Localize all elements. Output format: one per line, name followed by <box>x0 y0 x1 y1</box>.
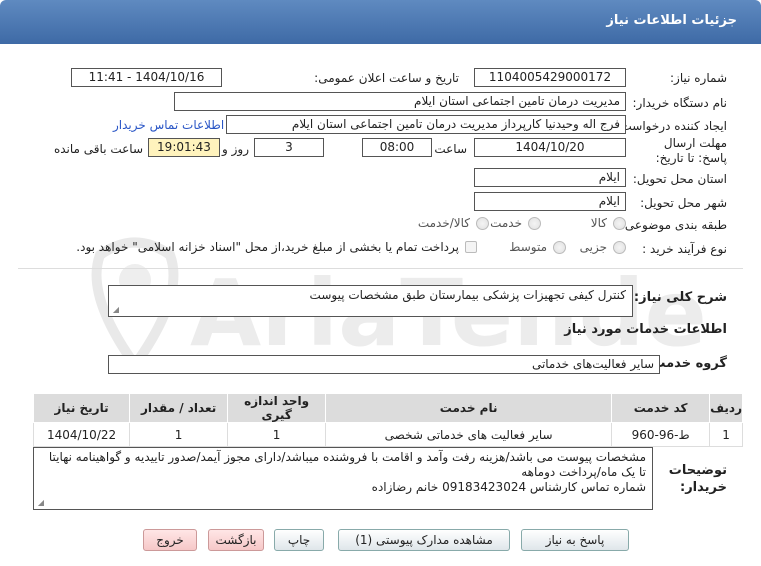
cell-row: 1 <box>709 422 743 447</box>
print-button[interactable]: چاپ <box>274 529 324 551</box>
summary-textarea: کنترل کیفی تجهیزات پزشکی بیمارستان طبق م… <box>108 285 633 317</box>
summary-label: شرح کلی نیاز: <box>633 290 727 305</box>
page-title: جزئیات اطلاعات نیاز <box>606 13 737 28</box>
need-number-field: 1104005429000172 <box>474 68 626 87</box>
remaining-label: ساعت باقی مانده <box>53 142 143 156</box>
cell-date: 1404/10/22 <box>32 422 131 447</box>
col-unit-header: واحد اندازه گیری <box>227 393 327 423</box>
days-field: 3 <box>254 138 324 157</box>
col-row-header: ردیف <box>709 393 743 423</box>
buyer-contact-link[interactable]: اطلاعات تماس خریدار <box>113 118 224 132</box>
buyer-notes-textarea: مشخصات پیوست می باشد/هزینه رفت وآمد و اق… <box>33 447 653 510</box>
service-group-field: سایر فعالیت‌های خدماتی <box>108 355 660 374</box>
services-table: ردیف کد خدمت نام خدمت واحد اندازه گیری ت… <box>32 393 743 447</box>
process-radio-medium[interactable]: متوسط <box>509 240 566 254</box>
city-field: ایلام <box>474 192 626 211</box>
col-code-header: کد خدمت <box>611 393 711 423</box>
cell-qty: 1 <box>129 422 229 447</box>
cell-unit: 1 <box>227 422 327 447</box>
col-name-header: نام خدمت <box>325 393 613 423</box>
buyer-notes-label: توضیحات خریدار: <box>668 463 727 495</box>
deadline-label: مهلت ارسال پاسخ: تا تاریخ: <box>655 136 727 165</box>
radio-icon[interactable] <box>528 216 541 230</box>
buyer-org-field: مدیریت درمان تامین اجتماعی استان ایلام <box>174 92 626 111</box>
requester-label: ایجاد کننده درخواست: <box>616 119 727 133</box>
radio-icon[interactable] <box>613 216 626 230</box>
cell-name: سایر فعالیت های خدماتی شخصی <box>325 422 613 447</box>
category-radio-goods-service[interactable]: کالا/خدمت <box>418 216 489 230</box>
back-button[interactable]: بازگشت <box>208 529 264 551</box>
days-label: روز و <box>222 142 249 156</box>
resize-handle-icon[interactable]: ◢ <box>111 306 119 314</box>
requester-field: فرج اله وحیدنیا کارپرداز مدیریت درمان تا… <box>226 115 626 134</box>
services-section-title: اطلاعات خدمات مورد نیاز <box>564 322 727 337</box>
treasury-payment-checkbox[interactable]: پرداخت تمام یا بخشی از مبلغ خرید،از محل … <box>76 240 477 254</box>
category-radio-service[interactable]: خدمت <box>490 216 541 230</box>
deadline-time-field: 08:00 <box>362 138 432 157</box>
remaining-time-field: 19:01:43 <box>148 138 220 157</box>
table-header-row: ردیف کد خدمت نام خدمت واحد اندازه گیری ت… <box>32 393 743 423</box>
announce-datetime-field: 1404/10/16 - 11:41 <box>71 68 222 87</box>
buyer-notes-line: شماره تماس کارشناس 09183423024 خانم رضاز… <box>371 480 646 494</box>
deadline-date-field: 1404/10/20 <box>474 138 626 157</box>
radio-icon[interactable] <box>553 240 566 254</box>
city-label: شهر محل تحویل: <box>640 196 727 210</box>
province-field: ایلام <box>474 168 626 187</box>
need-number-label: شماره نیاز: <box>670 71 727 85</box>
col-qty-header: تعداد / مقدار <box>129 393 229 423</box>
col-date-header: تاریخ نیاز <box>32 393 131 423</box>
category-label: طبقه بندی موضوعی: <box>620 218 727 232</box>
cell-code: ط-96-960 <box>611 422 711 447</box>
page-header: جزئیات اطلاعات نیاز <box>0 0 761 44</box>
section-divider <box>18 268 743 269</box>
radio-icon[interactable] <box>613 240 626 254</box>
summary-text: کنترل کیفی تجهیزات پزشکی بیمارستان طبق م… <box>309 288 626 302</box>
reply-button[interactable]: پاسخ به نیاز <box>521 529 629 551</box>
buyer-org-label: نام دستگاه خریدار: <box>632 96 728 110</box>
exit-button[interactable]: خروج <box>143 529 197 551</box>
category-radio-goods[interactable]: کالا <box>591 216 626 230</box>
process-label: نوع فرآیند خرید : <box>642 242 727 256</box>
buyer-notes-line: مشخصات پیوست می باشد/هزینه رفت وآمد و اق… <box>48 450 646 479</box>
deadline-time-label: ساعت <box>434 142 467 156</box>
radio-icon[interactable] <box>476 216 489 230</box>
attachments-button[interactable]: مشاهده مدارک پیوستی (1) <box>338 529 510 551</box>
checkbox-icon[interactable] <box>465 241 477 253</box>
table-row: 1 ط-96-960 سایر فعالیت های خدماتی شخصی 1… <box>32 422 743 447</box>
process-radio-minor[interactable]: جزیی <box>580 240 626 254</box>
announce-datetime-label: تاریخ و ساعت اعلان عمومی: <box>314 71 459 85</box>
province-label: استان محل تحویل: <box>632 172 727 186</box>
resize-handle-icon[interactable]: ◢ <box>36 499 44 507</box>
